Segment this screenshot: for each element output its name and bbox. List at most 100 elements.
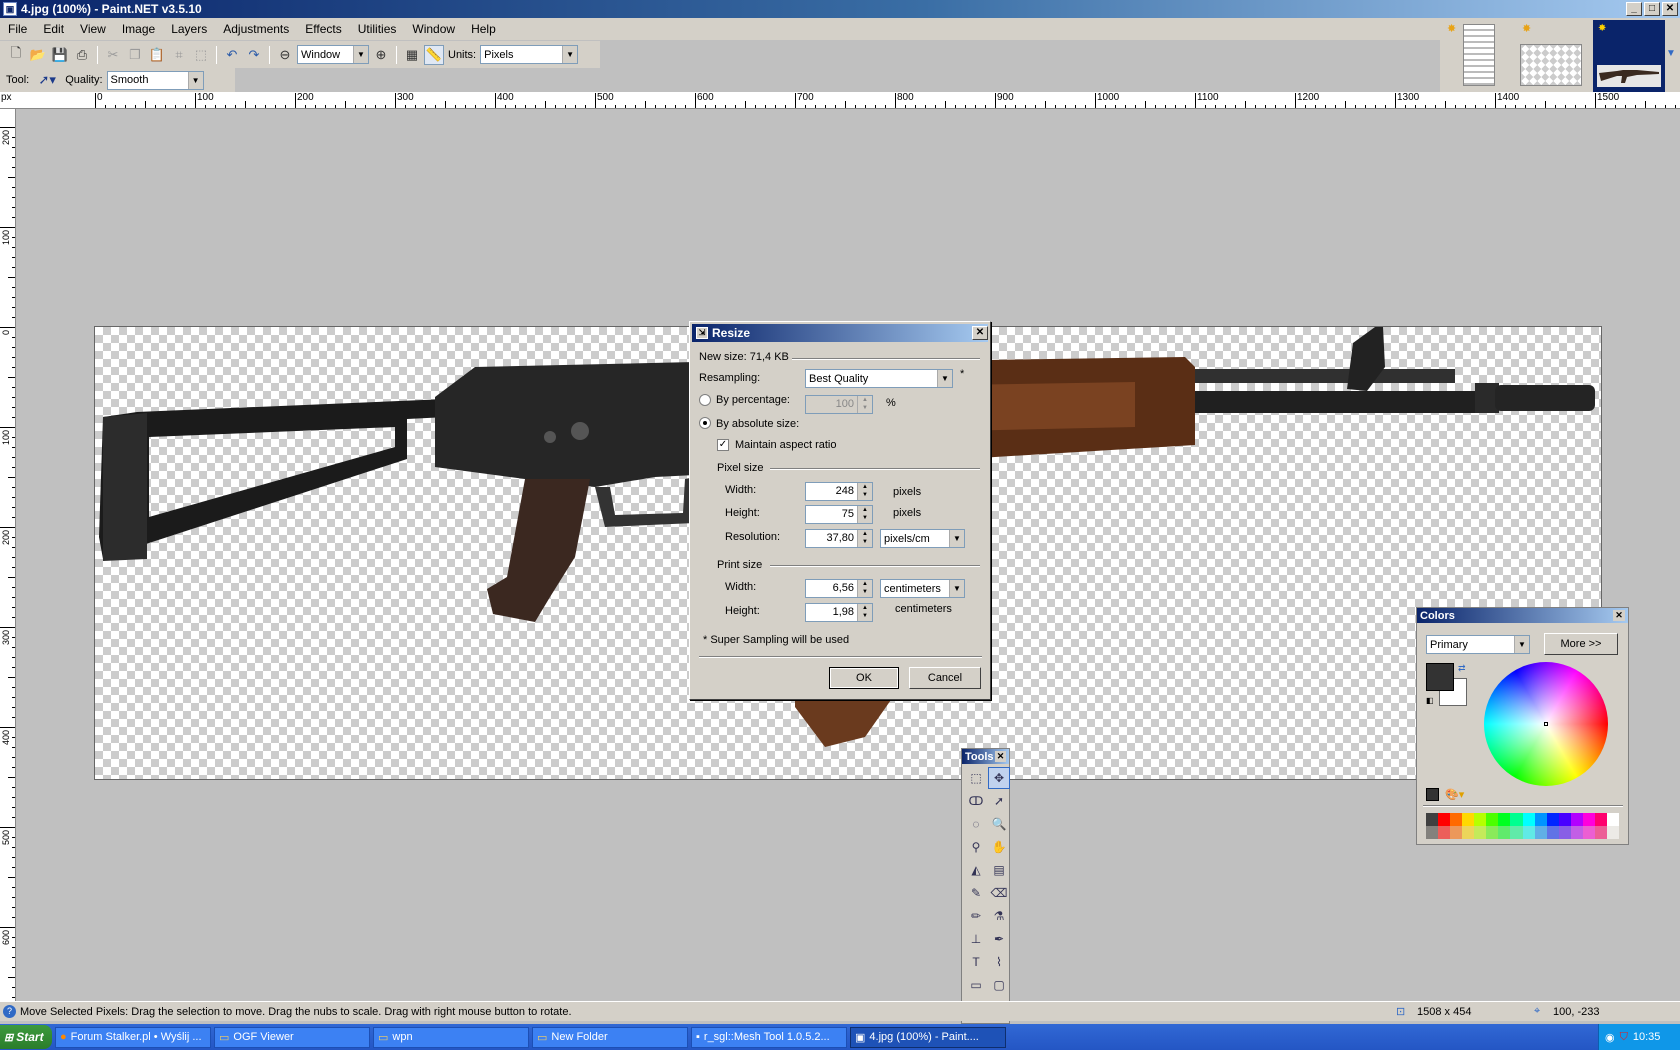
palette-swatch[interactable] — [1474, 826, 1487, 839]
width-spinner[interactable]: ▲ ▼ — [857, 483, 872, 500]
task-new-folder[interactable]: ▭ New Folder — [532, 1026, 688, 1048]
paintnet-app-icon[interactable]: ▣ — [3, 2, 17, 16]
add-to-palette-icon[interactable] — [1426, 788, 1439, 801]
palette-swatch[interactable] — [1450, 826, 1463, 839]
open-icon[interactable]: 📂 — [28, 45, 48, 65]
zoom-out-icon[interactable]: ⊖ — [275, 45, 295, 65]
print-icon[interactable]: ⎙ — [72, 45, 92, 65]
scroll-down-icon[interactable]: ▼ — [1666, 48, 1676, 59]
new-icon[interactable]: 🗋 — [6, 45, 26, 65]
menu-utilities[interactable]: Utilities — [350, 22, 405, 36]
reset-colors-icon[interactable]: ◧ — [1426, 696, 1434, 705]
palette-swatch[interactable] — [1438, 826, 1451, 839]
quality-combo[interactable]: Smooth ▼ — [106, 70, 204, 90]
move-selected-tool-icon[interactable]: ➚▾ — [33, 70, 61, 90]
maximize-button[interactable]: □ — [1644, 2, 1660, 16]
crop-icon[interactable]: ⌗ — [169, 45, 189, 65]
lasso-select-icon[interactable]: ↀ — [965, 790, 987, 812]
move-selection-icon[interactable]: ✥ — [988, 767, 1010, 789]
start-button[interactable]: ⊞ Start — [0, 1025, 52, 1049]
ellipse-select-icon[interactable]: ◌ — [965, 813, 987, 835]
by-absolute-size-radio[interactable] — [699, 417, 711, 429]
palette-swatch[interactable] — [1582, 813, 1595, 826]
zoom-icon[interactable]: 🔍 — [988, 813, 1010, 835]
tray-speaker-icon[interactable]: ◉ — [1605, 1031, 1615, 1044]
menu-adjustments[interactable]: Adjustments — [215, 22, 297, 36]
palette-swatch[interactable] — [1546, 826, 1559, 839]
palette-swatch[interactable] — [1462, 813, 1475, 826]
pencil-icon[interactable]: ✏ — [965, 905, 987, 927]
undo-icon[interactable]: ↶ — [222, 45, 242, 65]
image-thumbnail-1[interactable] — [1463, 24, 1495, 86]
palette-swatch[interactable] — [1498, 813, 1511, 826]
pixel-grid-icon[interactable]: ▦ — [402, 45, 422, 65]
palette-swatch[interactable] — [1558, 813, 1571, 826]
palette-swatch[interactable] — [1522, 813, 1535, 826]
menu-effects[interactable]: Effects — [297, 22, 349, 36]
task-mesh-tool[interactable]: ▪ r_sgl::Mesh Tool 1.0.5.2... — [691, 1026, 847, 1048]
swap-colors-icon[interactable]: ⇄ — [1458, 663, 1466, 674]
rectangle-select-icon[interactable]: ⬚ — [965, 767, 987, 789]
width-input[interactable]: 248 ▲ ▼ — [805, 482, 873, 501]
palette-menu-icon[interactable]: 🎨▾ — [1445, 788, 1464, 801]
close-icon[interactable]: ✕ — [995, 751, 1006, 762]
zoom-in-icon[interactable]: ⊕ — [371, 45, 391, 65]
pan-icon[interactable]: ✋ — [988, 836, 1010, 858]
clone-stamp-icon[interactable]: ⊥ — [965, 928, 987, 950]
maintain-aspect-checkbox[interactable]: ✓ — [717, 439, 729, 451]
cut-icon[interactable]: ✂ — [103, 45, 123, 65]
palette-swatch[interactable] — [1486, 826, 1499, 839]
palette-swatch[interactable] — [1438, 813, 1451, 826]
close-icon[interactable]: ✕ — [1613, 610, 1625, 621]
dialog-close-button[interactable]: ✕ — [972, 326, 988, 340]
task-paintnet[interactable]: ▣ 4.jpg (100%) - Paint.... — [850, 1026, 1006, 1048]
copy-icon[interactable]: ❐ — [125, 45, 145, 65]
close-button[interactable]: ✕ — [1662, 2, 1678, 16]
color-wheel-marker[interactable] — [1544, 722, 1548, 726]
menu-layers[interactable]: Layers — [163, 22, 215, 36]
palette-swatch[interactable] — [1486, 813, 1499, 826]
palette-swatch[interactable] — [1498, 826, 1511, 839]
palette-swatch[interactable] — [1594, 826, 1607, 839]
line-curve-icon[interactable]: ⌇ — [988, 951, 1010, 973]
height-input[interactable]: 75 ▲ ▼ — [805, 505, 873, 524]
menu-edit[interactable]: Edit — [35, 22, 72, 36]
palette-swatch[interactable] — [1594, 813, 1607, 826]
palette-swatch[interactable] — [1534, 813, 1547, 826]
palette-swatch[interactable] — [1534, 826, 1547, 839]
palette-swatch[interactable] — [1606, 813, 1619, 826]
color-mode-select[interactable]: Primary ▼ — [1426, 635, 1530, 654]
resampling-select[interactable]: Best Quality ▼ — [805, 369, 953, 388]
menu-help[interactable]: Help — [463, 22, 504, 36]
tray-antivirus-icon[interactable]: ⛉ — [1620, 1031, 1628, 1044]
paste-icon[interactable]: 📋 — [147, 45, 167, 65]
deselect-icon[interactable]: ⬚ — [191, 45, 211, 65]
palette-swatch[interactable] — [1546, 813, 1559, 826]
cancel-button[interactable]: Cancel — [909, 667, 981, 689]
paint-bucket-icon[interactable]: ◭ — [965, 859, 987, 881]
minimize-button[interactable]: _ — [1626, 2, 1642, 16]
palette-swatch[interactable] — [1522, 826, 1535, 839]
height-spinner[interactable]: ▲ ▼ — [857, 506, 872, 523]
by-percentage-radio[interactable] — [699, 394, 711, 406]
image-thumbnail-3-selected[interactable]: ✸ — [1593, 20, 1665, 92]
eraser-icon[interactable]: ⌫ — [988, 882, 1010, 904]
palette-swatch[interactable] — [1570, 813, 1583, 826]
save-icon[interactable]: 💾 — [50, 45, 70, 65]
rounded-rectangle-icon[interactable]: ▢ — [988, 974, 1010, 996]
rectangle-icon[interactable]: ▭ — [965, 974, 987, 996]
primary-color-swatch[interactable] — [1426, 663, 1454, 691]
units-combo[interactable]: Pixels ▼ — [480, 45, 579, 64]
menu-image[interactable]: Image — [114, 22, 163, 36]
palette-swatch[interactable] — [1570, 826, 1583, 839]
print-height-input[interactable]: 1,98 ▲ ▼ — [805, 603, 873, 622]
color-wheel[interactable] — [1484, 662, 1608, 786]
color-picker-icon[interactable]: ⚗ — [988, 905, 1010, 927]
gradient-icon[interactable]: ▤ — [988, 859, 1010, 881]
resolution-input[interactable]: 37,80 ▲ ▼ — [805, 529, 873, 548]
recolor-icon[interactable]: ✒ — [988, 928, 1010, 950]
redo-icon[interactable]: ↷ — [244, 45, 264, 65]
text-icon[interactable]: T — [965, 951, 987, 973]
task-ogf-viewer[interactable]: ▭ OGF Viewer — [214, 1026, 370, 1048]
print-width-spinner[interactable]: ▲ ▼ — [857, 580, 872, 597]
